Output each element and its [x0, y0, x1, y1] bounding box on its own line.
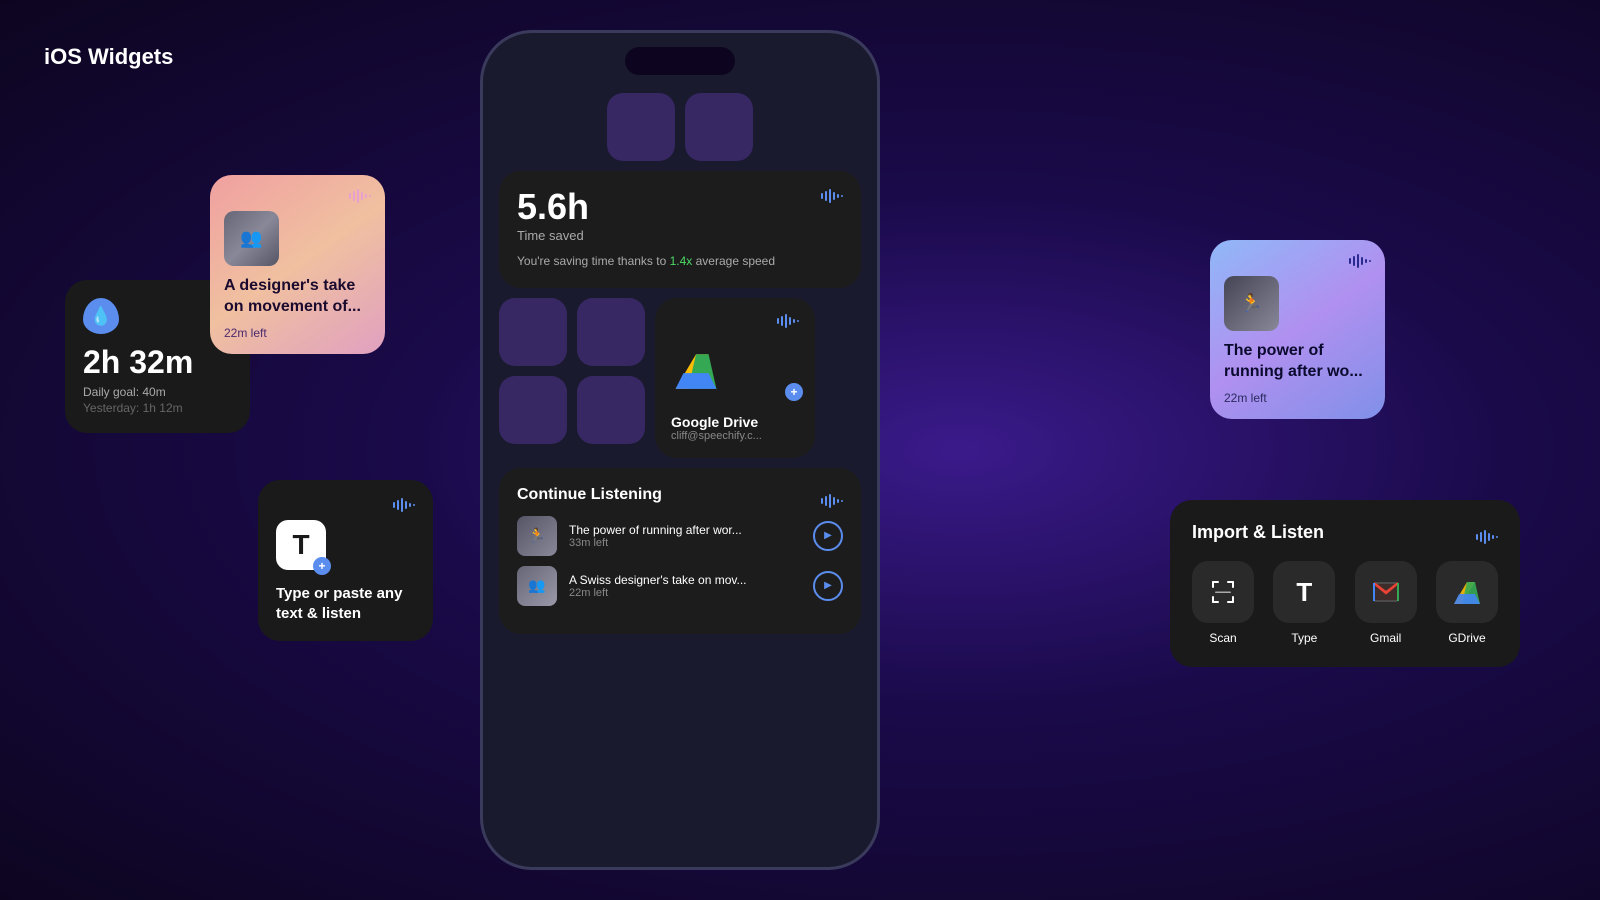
listen-info-1: The power of running after wor... 33m le…: [569, 523, 801, 549]
page-title: iOS Widgets: [44, 44, 173, 70]
scan-icon-box: [1192, 561, 1254, 623]
water-drop-icon: 💧: [83, 298, 119, 334]
gdrive-logo-phone: [671, 348, 721, 392]
article-time-blue: 22m left: [1224, 391, 1371, 405]
listen-time-1: 33m left: [569, 537, 801, 549]
phone-frame: 5.6h Time saved You're saving time thank…: [480, 30, 880, 870]
play-button-1[interactable]: ▶: [813, 521, 843, 551]
tts-plus-icon: +: [313, 557, 331, 575]
listen-thumb-1: 🏃: [517, 516, 557, 556]
widget-article-blue: 🏃 The power of running after wo... 22m l…: [1210, 240, 1385, 419]
gdrive-icon-box: [1436, 561, 1498, 623]
gdrive-plus-icon: +: [785, 383, 803, 401]
import-item-type[interactable]: T Type: [1273, 561, 1335, 645]
app-icon[interactable]: [499, 376, 567, 444]
listen-item[interactable]: 🏃 The power of running after wor... 33m …: [517, 516, 843, 556]
widget-article-pink: 👥 A designer's take on movement of... 22…: [210, 175, 385, 354]
phone-notch: [625, 47, 735, 75]
gdrive-label: GDrive: [1448, 631, 1485, 645]
widget-continue-listening: Continue Listening 🏃 The power of runnin…: [499, 468, 861, 634]
import-icons-row: Scan T Type: [1192, 561, 1498, 645]
gdrive-name: Google Drive: [671, 414, 799, 430]
import-item-scan[interactable]: Scan: [1192, 561, 1254, 645]
listen-item[interactable]: 👥 A Swiss designer's take on mov... 22m …: [517, 566, 843, 606]
scan-icon: [1209, 578, 1237, 606]
time-saved-label: Time saved: [517, 228, 589, 243]
widget-gdrive-phone[interactable]: + Google Drive cliff@speechify.c...: [655, 298, 815, 458]
soundwave-icon-time: [821, 189, 843, 203]
soundwave-icon-import: [1476, 530, 1498, 544]
widget-tts[interactable]: T + Type or paste any text & listen: [258, 480, 433, 641]
type-label: Type: [1291, 631, 1317, 645]
gmail-icon-box: [1355, 561, 1417, 623]
time-saved-description: You're saving time thanks to 1.4x averag…: [517, 253, 843, 270]
gdrive-email: cliff@speechify.c...: [671, 430, 799, 442]
phone-mini-icons-left: [499, 298, 645, 444]
tts-type-icon: T +: [276, 520, 326, 570]
article-time-pink: 22m left: [224, 326, 371, 340]
scan-label: Scan: [1209, 631, 1236, 645]
app-icon[interactable]: [685, 93, 753, 161]
gmail-label: Gmail: [1370, 631, 1401, 645]
listen-title-2: A Swiss designer's take on mov...: [569, 573, 801, 587]
continue-listening-title: Continue Listening: [517, 486, 662, 504]
listen-title-1: The power of running after wor...: [569, 523, 801, 537]
gdrive-icon: [1452, 578, 1482, 606]
soundwave-icon-continue: [821, 494, 843, 508]
type-icon: T: [1296, 577, 1312, 608]
app-icon[interactable]: [577, 298, 645, 366]
import-item-gdrive[interactable]: GDrive: [1436, 561, 1498, 645]
time-saved-value: 5.6h: [517, 189, 589, 225]
article-thumbnail-blue: 🏃: [1224, 276, 1279, 331]
app-icon[interactable]: [607, 93, 675, 161]
import-item-gmail[interactable]: Gmail: [1355, 561, 1417, 645]
soundwave-icon-blue-article: [1349, 254, 1371, 268]
tts-letter: T: [292, 529, 309, 561]
phone-top-grid: [499, 93, 861, 161]
tts-description: Type or paste any text & listen: [276, 584, 415, 623]
widget-import-listen: Import & Listen: [1170, 500, 1520, 667]
gmail-icon: [1372, 581, 1400, 603]
phone-middle-section: + Google Drive cliff@speechify.c...: [499, 298, 861, 458]
soundwave-icon: [349, 189, 371, 203]
app-icon[interactable]: [577, 376, 645, 444]
water-time-value: 2h 32m: [83, 344, 232, 381]
import-title: Import & Listen: [1192, 522, 1324, 543]
widget-time-saved: 5.6h Time saved You're saving time thank…: [499, 171, 861, 288]
app-icon[interactable]: [499, 298, 567, 366]
play-button-2[interactable]: ▶: [813, 571, 843, 601]
soundwave-icon-tts: [393, 498, 415, 512]
soundwave-icon-gdrive: [777, 314, 799, 328]
listen-info-2: A Swiss designer's take on mov... 22m le…: [569, 573, 801, 599]
water-yesterday-label: Yesterday: 1h 12m: [83, 401, 232, 415]
listen-time-2: 22m left: [569, 587, 801, 599]
article-title-pink: A designer's take on movement of...: [224, 276, 371, 318]
type-icon-box: T: [1273, 561, 1335, 623]
article-title-blue: The power of running after wo...: [1224, 341, 1371, 383]
listen-thumb-2: 👥: [517, 566, 557, 606]
article-thumbnail-pink: 👥: [224, 211, 279, 266]
water-goal-label: Daily goal: 40m: [83, 385, 232, 399]
